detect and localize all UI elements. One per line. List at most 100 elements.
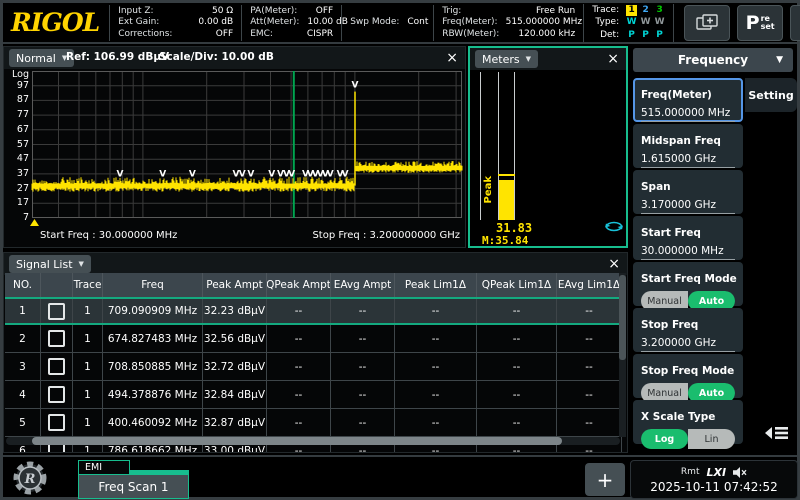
column-header[interactable]: Peak Ampt: [203, 273, 267, 297]
add-tab-button[interactable]: +: [585, 463, 625, 496]
spectrum-plot[interactable]: VVVVVVVVVVVVVVVVVVV: [32, 71, 462, 218]
table-row[interactable]: 41494.378876 MHz32.84 dBμV----------: [5, 381, 622, 409]
menu-item-start-freq[interactable]: Start Freq 30.000000 MHz: [633, 216, 743, 260]
trace-number-2[interactable]: 2: [640, 5, 651, 16]
row-checkbox[interactable]: [48, 386, 65, 403]
cell-qpeak: --: [295, 445, 303, 454]
cell-qpeak_lim: --: [513, 417, 521, 429]
menu-item-label: Start Freq: [641, 227, 701, 239]
status-indicators: Rmt LXI: [681, 466, 747, 479]
close-icon[interactable]: ×: [446, 48, 458, 68]
toggle-option-log[interactable]: Log: [641, 429, 688, 449]
menu-item-freq-meter-[interactable]: Freq(Meter)515.000000 MHz: [633, 78, 743, 122]
menu-item-start-freq-mode[interactable]: Start Freq ModeManualAuto: [633, 262, 743, 306]
table-body: 11709.090909 MHz32.23 dBμV----------2167…: [5, 297, 622, 453]
info-label: Swp Mode:: [350, 17, 399, 28]
scrollbar-thumb[interactable]: [619, 275, 626, 360]
meter-bar-label: Peak: [483, 176, 494, 204]
trace-mode-dropdown[interactable]: Normal ▼: [9, 49, 74, 67]
svg-text:V: V: [327, 170, 334, 180]
cell-freq: 709.090909 MHz: [108, 305, 197, 317]
column-header[interactable]: NO.: [5, 273, 41, 297]
y-tick-label: 37: [4, 168, 29, 179]
toggle-switch[interactable]: LogLin: [641, 429, 735, 449]
menu-item-value[interactable]: 3.200000 GHz: [641, 337, 735, 352]
cell-eavg: --: [359, 417, 367, 429]
column-header[interactable]: QPeak Lim1Δ: [477, 273, 557, 297]
menu-item-value[interactable]: 3.170000 GHz: [641, 199, 735, 214]
refresh-loop-icon[interactable]: [604, 220, 624, 233]
row-checkbox[interactable]: [48, 303, 65, 320]
menu-item-value[interactable]: 515.000000 MHz: [641, 107, 735, 122]
meter-max-value: M:35.84: [482, 234, 528, 247]
cell-no: 5: [19, 417, 26, 429]
cell-no: 3: [19, 361, 26, 373]
column-header[interactable]: Trace: [73, 273, 103, 297]
menu-item-stop-freq-mode[interactable]: Stop Freq ModeManualAuto: [633, 354, 743, 398]
cell-peak: 32.56 dBμV: [204, 333, 265, 345]
trace-type: W: [626, 17, 637, 28]
trace-number-3[interactable]: 3: [654, 5, 665, 16]
row-checkbox[interactable]: [48, 414, 65, 431]
menu-title: Frequency: [678, 53, 748, 67]
y-axis-type-label: Log: [4, 69, 29, 80]
multi-view-button[interactable]: [684, 5, 730, 41]
table-header-row: NO. TraceFreqPeak AmptQPeak AmptEAvg Ampt…: [5, 273, 622, 297]
table-row[interactable]: 51400.460092 MHz32.87 dBμV----------: [5, 409, 622, 437]
tab-setting[interactable]: Setting: [745, 78, 797, 112]
menu-item-span[interactable]: Span3.170000 GHz: [633, 170, 743, 214]
close-icon[interactable]: ×: [607, 49, 619, 69]
trace-number-1[interactable]: 1: [626, 5, 637, 16]
cell-eavg_lim: --: [585, 417, 593, 429]
menu-title-dropdown[interactable]: Frequency ▼: [633, 48, 793, 72]
screenshot-button[interactable]: [790, 5, 800, 41]
chevron-down-icon: ▼: [526, 55, 531, 63]
close-icon[interactable]: ×: [608, 254, 620, 274]
column-header[interactable]: Freq: [103, 273, 203, 297]
rigol-logo: RIGOL: [3, 8, 109, 37]
mode-group-tab[interactable]: EMI: [78, 460, 130, 475]
column-header[interactable]: Peak Lim1Δ: [395, 273, 477, 297]
det-label: Det:: [600, 30, 619, 41]
scrollbar-thumb[interactable]: [32, 437, 562, 445]
row-checkbox[interactable]: [48, 358, 65, 375]
menu-item-x-scale-type[interactable]: X Scale TypeLogLin: [633, 400, 743, 444]
type-label: Type:: [595, 17, 619, 28]
y-tick-label: 87: [4, 94, 29, 105]
tab-freq-scan-1[interactable]: Freq Scan 1: [78, 474, 189, 499]
system-gear-button[interactable]: R: [7, 459, 57, 497]
menu-item-value[interactable]: 30.000000 MHz: [641, 245, 735, 260]
cell-eavg: --: [359, 361, 367, 373]
menu-item-label: Start Freq Mode: [641, 273, 737, 285]
toggle-option-lin[interactable]: Lin: [688, 429, 735, 449]
cell-trace: 1: [84, 305, 91, 317]
cell-qpeak: --: [295, 305, 303, 317]
signal-list-panel: Signal List ▼ × NO.TraceFreqPeak AmptQPe…: [3, 252, 628, 453]
menu-item-value[interactable]: 1.615000 GHz: [641, 153, 735, 168]
vertical-scrollbar[interactable]: [619, 273, 626, 437]
preset-button[interactable]: P re set: [737, 5, 783, 41]
cell-qpeak_lim: --: [513, 361, 521, 373]
more-menu-button[interactable]: [759, 420, 793, 446]
row-checkbox[interactable]: [48, 330, 65, 347]
menu-item-stop-freq[interactable]: Stop Freq3.200000 GHz: [633, 308, 743, 352]
svg-text:V: V: [288, 170, 295, 180]
table-row[interactable]: 11709.090909 MHz32.23 dBμV----------: [5, 297, 622, 325]
meter-scale-line: [514, 72, 515, 220]
column-header[interactable]: EAvg Lim1Δ: [557, 273, 622, 297]
column-header[interactable]: [41, 273, 73, 297]
column-header[interactable]: QPeak Ampt: [267, 273, 331, 297]
meter-value: 31.83: [496, 221, 532, 235]
horizontal-scrollbar[interactable]: [6, 437, 620, 445]
svg-text:V: V: [159, 170, 166, 180]
cell-eavg: --: [359, 305, 367, 317]
table-row[interactable]: 21674.827483 MHz32.56 dBμV----------: [5, 325, 622, 353]
meters-dropdown[interactable]: Meters ▼: [475, 50, 538, 68]
column-header[interactable]: EAvg Ampt: [331, 273, 395, 297]
table-row[interactable]: 31708.850885 MHz32.72 dBμV----------: [5, 353, 622, 381]
info-label: Freq(Meter):: [442, 17, 497, 28]
menu-item-midspan-freq[interactable]: Midspan Freq1.615000 GHz: [633, 124, 743, 168]
spectrum-panel-header: Normal ▼ Ref: 106.99 dBμV Scale/Div: 10.…: [4, 47, 465, 69]
signal-list-dropdown[interactable]: Signal List ▼: [9, 255, 91, 273]
svg-text:R: R: [24, 472, 36, 487]
